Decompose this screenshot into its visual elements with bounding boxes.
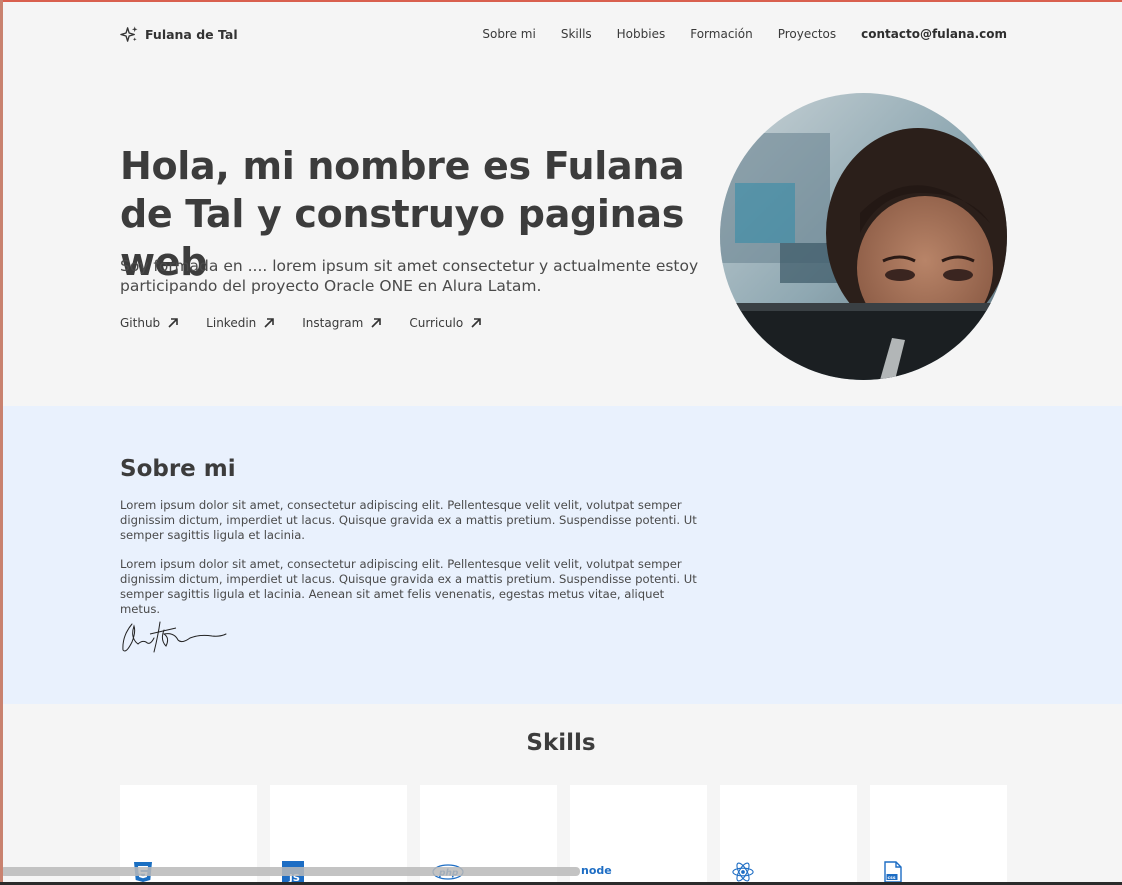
window-top-border xyxy=(0,0,1122,2)
about-section: Sobre mi Lorem ipsum dolor sit amet, con… xyxy=(3,406,1122,704)
skills-title: Skills xyxy=(526,730,596,756)
main-nav: Sobre mi Skills Hobbies Formación Proyec… xyxy=(457,27,1007,41)
brand[interactable]: Fulana de Tal xyxy=(120,25,238,44)
github-link[interactable]: Github xyxy=(120,316,179,330)
arrow-up-right-icon xyxy=(370,317,382,329)
arrow-up-right-icon xyxy=(167,317,179,329)
linkedin-link-label: Linkedin xyxy=(206,316,257,330)
nodejs-icon-text: node xyxy=(581,864,612,877)
arrow-up-right-icon xyxy=(470,317,482,329)
nav-link-sobre-mi[interactable]: Sobre mi xyxy=(482,27,535,41)
nav-link-proyectos[interactable]: Proyectos xyxy=(778,27,836,41)
instagram-link[interactable]: Instagram xyxy=(302,316,382,330)
css-file-icon-text: css xyxy=(888,876,896,881)
profile-photo xyxy=(720,93,1007,380)
horizontal-scrollbar[interactable] xyxy=(0,867,580,876)
social-links: Github Linkedin Instagram Curriculo xyxy=(120,316,509,330)
arrow-up-right-icon xyxy=(263,317,275,329)
skill-card-nodejs[interactable]: node xyxy=(570,785,707,885)
window-left-border xyxy=(0,0,3,885)
curriculo-link-label: Curriculo xyxy=(409,316,464,330)
brand-name: Fulana de Tal xyxy=(145,26,238,42)
hero-description: Soy formada en .... lorem ipsum sit amet… xyxy=(120,257,699,295)
site-header: Fulana de Tal Sobre mi Skills Hobbies Fo… xyxy=(120,22,1007,46)
about-paragraph-1: Lorem ipsum dolor sit amet, consectetur … xyxy=(120,498,697,542)
signature-image xyxy=(120,616,230,656)
nav-link-formacion[interactable]: Formación xyxy=(690,27,752,41)
skill-card-css-file[interactable]: css xyxy=(870,785,1007,885)
nav-link-skills[interactable]: Skills xyxy=(561,27,592,41)
nav-link-hobbies[interactable]: Hobbies xyxy=(617,27,666,41)
contact-email-link[interactable]: contacto@fulana.com xyxy=(861,27,1007,41)
linkedin-link[interactable]: Linkedin xyxy=(206,316,275,330)
instagram-link-label: Instagram xyxy=(302,316,364,330)
nodejs-icon: node xyxy=(580,861,614,883)
curriculo-link[interactable]: Curriculo xyxy=(409,316,482,330)
react-icon xyxy=(732,861,754,883)
github-link-label: Github xyxy=(120,316,161,330)
about-title: Sobre mi xyxy=(120,456,236,482)
skill-card-react[interactable] xyxy=(720,785,857,885)
sparkles-icon xyxy=(120,25,139,44)
css-file-icon: css xyxy=(882,861,904,883)
about-paragraph-2: Lorem ipsum dolor sit amet, consectetur … xyxy=(120,557,697,616)
